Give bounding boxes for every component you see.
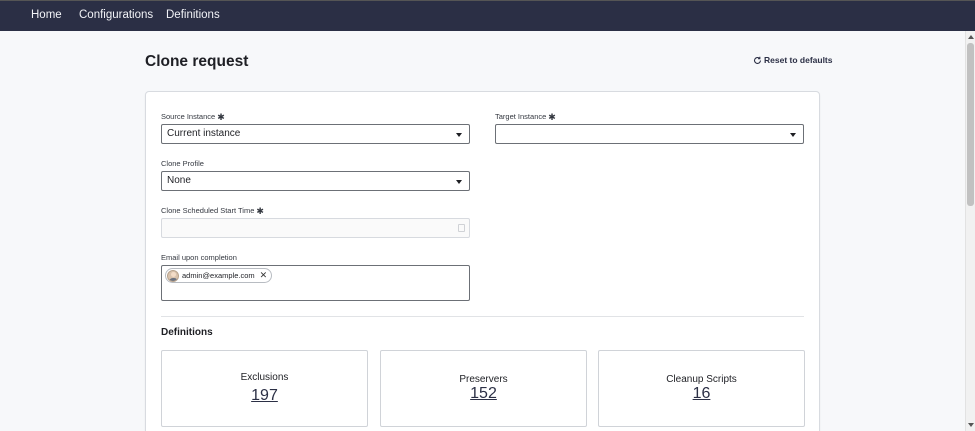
scroll-up-arrow-icon[interactable] [968, 35, 974, 39]
clone-profile-label-text: Clone Profile [161, 159, 204, 168]
cleanup-scripts-count-link[interactable]: 16 [599, 385, 804, 403]
chevron-down-icon [456, 133, 462, 137]
target-instance-label-text: Target Instance [495, 112, 547, 121]
scroll-down-arrow-icon[interactable] [968, 423, 974, 427]
avatar [167, 269, 179, 282]
top-navigation-bar: Home Configurations Definitions [0, 0, 975, 31]
clone-profile-label: Clone Profile [161, 159, 204, 168]
required-marker: ✱ [217, 112, 225, 122]
reset-label: Reset to defaults [764, 55, 833, 65]
target-instance-label: Target Instance ✱ [495, 112, 556, 123]
chevron-down-icon [790, 133, 796, 137]
exclusions-card[interactable]: Exclusions 197 [161, 350, 368, 427]
scheduled-start-label: Clone Scheduled Start Time ✱ [161, 206, 264, 217]
source-instance-label-text: Source Instance [161, 112, 216, 121]
preservers-count-link[interactable]: 152 [381, 385, 586, 403]
section-divider [161, 316, 804, 317]
email-chip[interactable]: admin@example.com ✕ [165, 268, 273, 283]
clone-profile-value: None [167, 175, 191, 186]
source-instance-value: Current instance [167, 128, 241, 139]
scrollbar-thumb[interactable] [967, 43, 974, 206]
definitions-section-title: Definitions [161, 327, 213, 338]
calendar-icon[interactable] [458, 224, 465, 232]
reset-to-defaults-button[interactable]: Reset to defaults [753, 55, 833, 65]
cleanup-scripts-card[interactable]: Cleanup Scripts 16 [598, 350, 805, 427]
nav-configurations-link[interactable]: Configurations [79, 9, 153, 21]
email-label: Email upon completion [161, 253, 237, 262]
cleanup-scripts-label: Cleanup Scripts [666, 374, 737, 385]
preservers-label: Preservers [459, 374, 508, 385]
clone-request-form-card: Source Instance ✱ Current instance Target… [145, 91, 820, 431]
exclusions-label: Exclusions [240, 372, 289, 383]
source-instance-select[interactable]: Current instance [161, 124, 470, 144]
chevron-down-icon [456, 180, 462, 184]
required-marker: ✱ [548, 112, 556, 122]
target-instance-select[interactable] [495, 124, 804, 144]
email-label-text: Email upon completion [161, 253, 237, 262]
nav-home-link[interactable]: Home [31, 9, 62, 21]
vertical-scrollbar[interactable] [965, 31, 975, 431]
email-recipients-input[interactable]: admin@example.com ✕ [161, 265, 470, 301]
scheduled-start-input[interactable] [161, 218, 470, 238]
page-title: Clone request [145, 53, 249, 70]
nav-definitions-link[interactable]: Definitions [166, 9, 220, 21]
scheduled-start-label-text: Clone Scheduled Start Time [161, 206, 255, 215]
exclusions-count-link[interactable]: 197 [162, 387, 367, 405]
page-content: Clone request Reset to defaults Source I… [0, 31, 965, 431]
source-instance-label: Source Instance ✱ [161, 112, 225, 123]
clone-profile-select[interactable]: None [161, 171, 470, 191]
email-chip-text: admin@example.com [182, 271, 255, 280]
preservers-card[interactable]: Preservers 152 [380, 350, 587, 427]
required-marker: ✱ [256, 206, 264, 216]
reset-icon [754, 56, 762, 64]
close-icon[interactable]: ✕ [260, 270, 268, 281]
